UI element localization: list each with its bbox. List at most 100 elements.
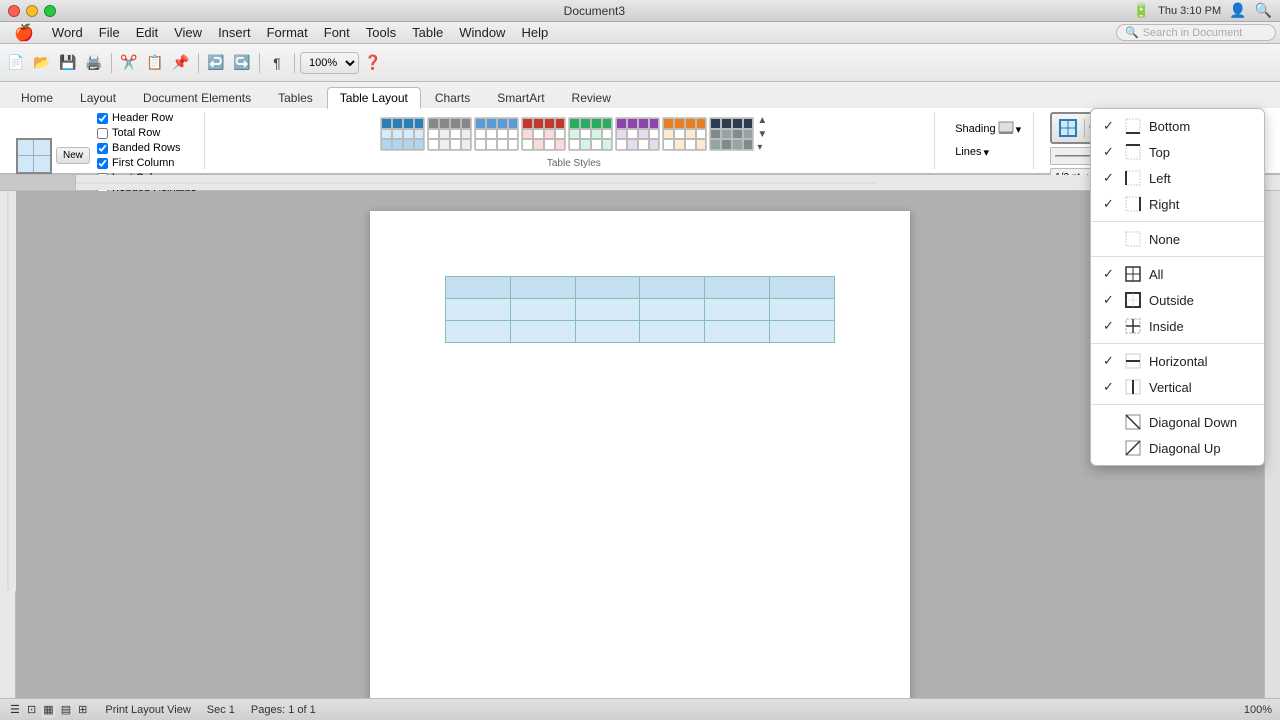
header-row-option[interactable]: Header Row [97, 112, 196, 124]
status-icon-3[interactable]: ▦ [41, 702, 55, 718]
lines-dropdown-arrow[interactable]: ▾ [984, 146, 990, 159]
table-cell[interactable] [705, 299, 770, 321]
minimize-button[interactable] [26, 5, 38, 17]
table-style-7[interactable] [662, 117, 707, 151]
window-controls[interactable] [8, 5, 56, 17]
shading-dropdown-arrow[interactable]: ▾ [1016, 123, 1022, 136]
status-icon-1[interactable]: ☰ [8, 702, 22, 718]
new-button[interactable]: New [56, 147, 90, 164]
option-vertical[interactable]: ✓ Vertical [1091, 374, 1264, 400]
table-cell[interactable] [640, 299, 705, 321]
zoom-select[interactable]: 100% 75% 150% [300, 52, 359, 74]
menu-file[interactable]: File [91, 23, 128, 42]
menu-edit[interactable]: Edit [128, 23, 166, 42]
search-icon[interactable]: 🔍 [1255, 2, 1272, 19]
tab-tables[interactable]: Tables [265, 87, 326, 108]
style-scroll-down[interactable]: ▼ [757, 129, 767, 140]
table-cell[interactable] [640, 321, 705, 343]
table-style-5[interactable] [568, 117, 613, 151]
style-more[interactable]: ▾ [757, 142, 767, 153]
copy-btn[interactable]: 📋 [143, 51, 167, 75]
tab-charts[interactable]: Charts [422, 87, 483, 108]
help-btn[interactable]: ❓ [361, 51, 385, 75]
table-cell[interactable] [705, 277, 770, 299]
tab-table-layout[interactable]: Table Layout [327, 87, 421, 109]
menu-table[interactable]: Table [404, 23, 451, 42]
table-style-8[interactable] [709, 117, 754, 151]
table-cell[interactable] [446, 299, 511, 321]
table-cell[interactable] [446, 321, 511, 343]
new-doc-btn[interactable]: 📄 [4, 51, 28, 75]
first-col-option[interactable]: First Column [97, 157, 196, 169]
menu-format[interactable]: Format [259, 23, 316, 42]
option-outside[interactable]: ✓ Outside [1091, 287, 1264, 313]
table-cell[interactable] [575, 277, 640, 299]
status-icon-5[interactable]: ⊞ [76, 702, 89, 718]
open-btn[interactable]: 📂 [30, 51, 54, 75]
first-col-checkbox[interactable] [97, 158, 108, 169]
status-icon-2[interactable]: ⊡ [25, 702, 38, 718]
tab-document-elements[interactable]: Document Elements [130, 87, 264, 108]
lines-button[interactable]: Lines ▾ [951, 144, 1025, 161]
table-cell[interactable] [705, 321, 770, 343]
table-cell[interactable] [510, 277, 575, 299]
redo-btn[interactable]: ↪️ [230, 51, 254, 75]
banded-rows-checkbox[interactable] [97, 143, 108, 154]
tab-review[interactable]: Review [559, 87, 624, 108]
paragraph-marks-btn[interactable]: ¶ [265, 51, 289, 75]
option-diagonal-down[interactable]: Diagonal Down [1091, 409, 1264, 435]
table-cell[interactable] [640, 277, 705, 299]
option-all[interactable]: ✓ All [1091, 261, 1264, 287]
menu-font[interactable]: Font [316, 23, 358, 42]
option-diagonal-up[interactable]: Diagonal Up [1091, 435, 1264, 461]
table-cell[interactable] [510, 299, 575, 321]
table-style-4[interactable] [521, 117, 566, 151]
tab-smartart[interactable]: SmartArt [484, 87, 557, 108]
search-bar[interactable]: 🔍 Search in Document [1116, 24, 1276, 41]
apple-menu[interactable]: 🍎 [4, 23, 44, 43]
status-icon-4[interactable]: ▤ [59, 702, 73, 718]
table-style-3[interactable] [474, 117, 519, 151]
document-table[interactable] [445, 276, 835, 343]
banded-rows-option[interactable]: Banded Rows [97, 142, 196, 154]
table-style-2[interactable] [427, 117, 472, 151]
table-cell[interactable] [446, 277, 511, 299]
table-border-icon[interactable] [16, 138, 52, 174]
total-row-checkbox[interactable] [97, 128, 108, 139]
undo-btn[interactable]: ↩️ [204, 51, 228, 75]
scrollbar-right[interactable] [1264, 191, 1280, 698]
table-cell[interactable] [770, 277, 835, 299]
option-inside[interactable]: ✓ Inside [1091, 313, 1264, 339]
table-style-6[interactable] [615, 117, 660, 151]
paste-btn[interactable]: 📌 [169, 51, 193, 75]
style-scroll-up[interactable]: ▲ [757, 115, 767, 126]
option-none[interactable]: None [1091, 226, 1264, 252]
table-cell[interactable] [510, 321, 575, 343]
option-horizontal[interactable]: ✓ Horizontal [1091, 348, 1264, 374]
total-row-option[interactable]: Total Row [97, 127, 196, 139]
option-top[interactable]: ✓ Top [1091, 139, 1264, 165]
tab-home[interactable]: Home [8, 87, 66, 108]
menu-help[interactable]: Help [513, 23, 556, 42]
menu-word[interactable]: Word [44, 23, 91, 42]
table-cell[interactable] [575, 321, 640, 343]
option-left[interactable]: ✓ Left [1091, 165, 1264, 191]
cut-btn[interactable]: ✂️ [117, 51, 141, 75]
print-btn[interactable]: 🖨️ [82, 51, 106, 75]
table-cell[interactable] [770, 321, 835, 343]
save-btn[interactable]: 💾 [56, 51, 80, 75]
close-button[interactable] [8, 5, 20, 17]
menu-view[interactable]: View [166, 23, 210, 42]
menu-tools[interactable]: Tools [358, 23, 404, 42]
tab-layout[interactable]: Layout [67, 87, 129, 108]
shading-button[interactable]: Shading ▾ [951, 119, 1025, 140]
option-right[interactable]: ✓ Right [1091, 191, 1264, 217]
option-bottom[interactable]: ✓ Bottom [1091, 113, 1264, 139]
table-cell[interactable] [575, 299, 640, 321]
menu-window[interactable]: Window [451, 23, 513, 42]
table-cell[interactable] [770, 299, 835, 321]
maximize-button[interactable] [44, 5, 56, 17]
menu-insert[interactable]: Insert [210, 23, 259, 42]
header-row-checkbox[interactable] [97, 113, 108, 124]
table-style-1[interactable] [380, 117, 425, 151]
